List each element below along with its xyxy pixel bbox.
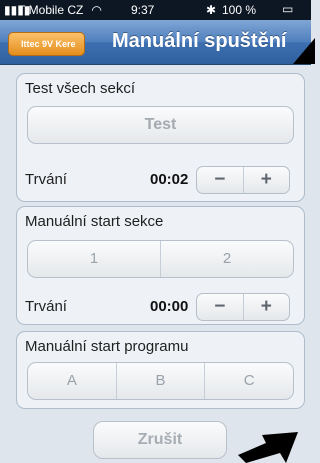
manual-section-option-2[interactable]: 2 (160, 241, 293, 277)
nav-bar: Ittec 9V Kere Manuální spuštění (0, 20, 311, 65)
test-button[interactable]: Test (27, 106, 294, 144)
program-section-title: Manuální start programu (25, 338, 189, 355)
manual-section-option-1[interactable]: 1 (28, 241, 160, 277)
back-button[interactable]: Ittec 9V Kere (8, 32, 85, 56)
wifi-icon: ◜◝ (92, 3, 102, 17)
test-section-title: Test všech sekcí (25, 80, 136, 97)
program-option-c[interactable]: C (204, 363, 293, 399)
test-section-panel: Test všech sekcí Test Trvání 00:02 − + (16, 73, 305, 202)
arrow-icon (293, 38, 315, 64)
manual-section-selector: 1 2 (27, 240, 294, 278)
manual-duration-stepper: − + (196, 293, 290, 321)
time: 9:37 (131, 3, 155, 17)
battery-percent: 100 % (222, 3, 257, 17)
status-bar: ▮▮▮▮ T-Mobile CZ ◜◝ 9:37 ✱ 100 % ▭ (0, 0, 311, 20)
manual-duration-label: Trvání (25, 298, 67, 315)
test-duration-value: 00:02 (150, 171, 189, 188)
decrement-button[interactable]: − (197, 167, 243, 193)
cancel-button[interactable]: Zrušit (93, 421, 227, 459)
arrow-icon (238, 432, 298, 463)
manual-duration-value: 00:00 (150, 298, 189, 315)
manual-section-title: Manuální start sekce (25, 213, 164, 230)
increment-button[interactable]: + (242, 167, 290, 193)
program-option-b[interactable]: B (115, 363, 205, 399)
program-option-a[interactable]: A (28, 363, 116, 399)
manual-section-panel: Manuální start sekce 1 2 Trvání 00:00 − … (16, 206, 305, 325)
battery-icon: ▭ (282, 2, 294, 16)
bluetooth-icon: ✱ (206, 3, 217, 17)
decrement-button[interactable]: − (197, 294, 243, 320)
program-selector: A B C (27, 362, 294, 400)
test-duration-label: Trvání (25, 171, 67, 188)
carrier-name: T-Mobile CZ (18, 3, 84, 17)
increment-button[interactable]: + (242, 294, 290, 320)
program-section-panel: Manuální start programu A B C (16, 331, 305, 409)
test-duration-stepper: − + (196, 166, 290, 194)
page-title: Manuální spuštění (112, 30, 287, 52)
